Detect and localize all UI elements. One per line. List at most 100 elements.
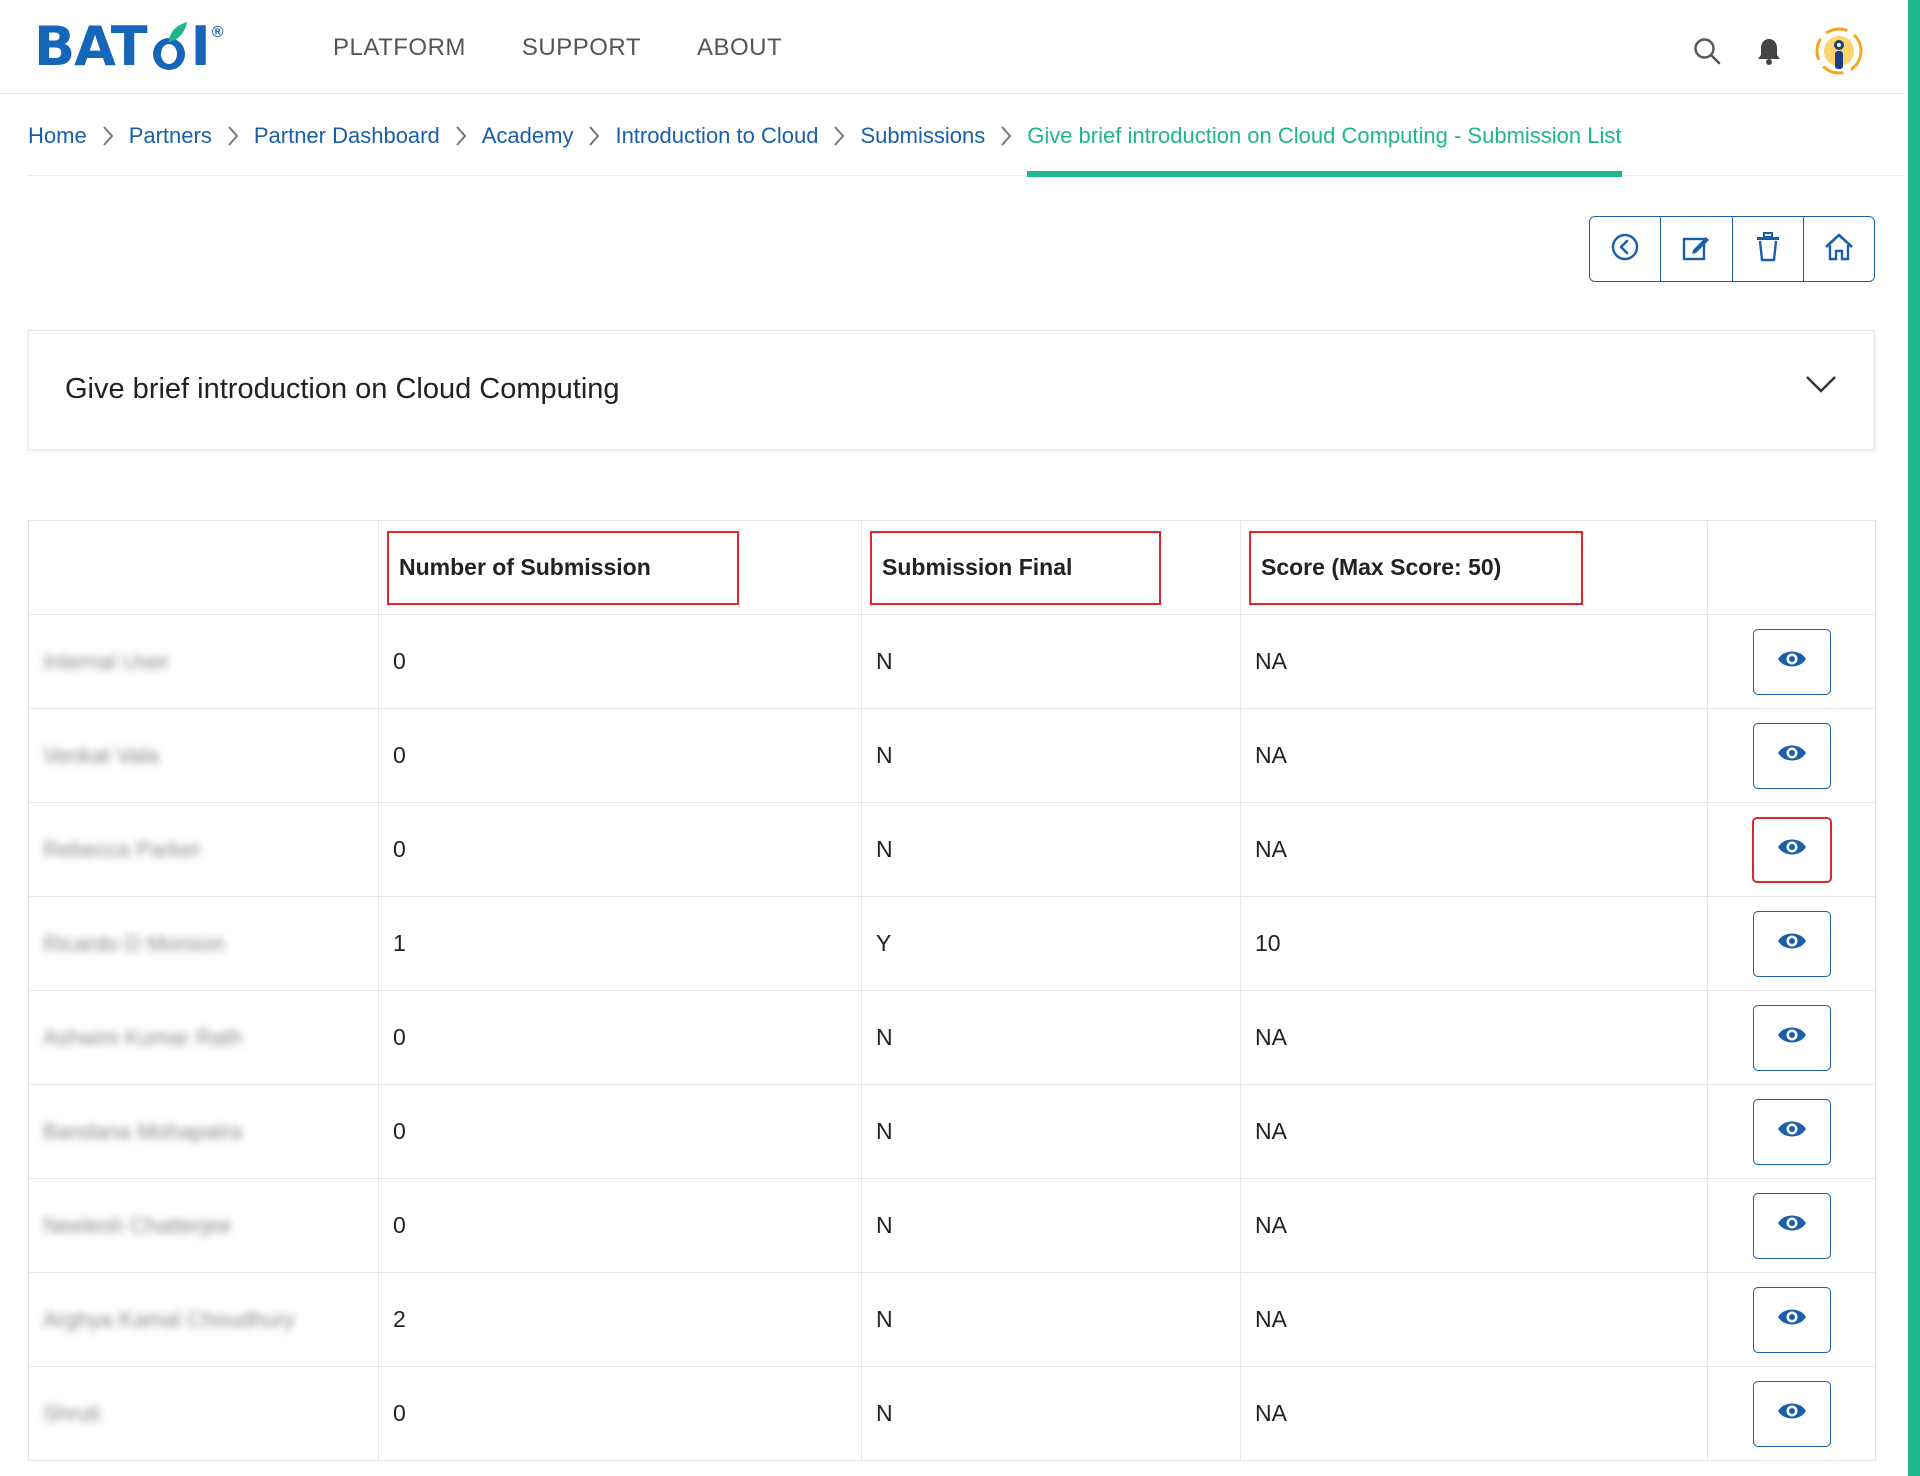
delete-button[interactable] [1732,217,1804,281]
cell-name: Ashwini Kumar Rath [28,990,379,1085]
user-name: Shruti [43,1401,101,1426]
eye-icon [1776,1118,1808,1146]
chevron-right-icon [440,124,482,148]
chevron-right-icon [212,124,254,148]
cell-score: NA [1240,708,1708,803]
header-actions [1690,26,1864,76]
cell-score: 10 [1240,896,1708,991]
cell-submissions: 2 [378,1272,862,1367]
search-icon[interactable] [1690,34,1724,68]
eye-icon [1776,742,1808,770]
cell-score: NA [1240,1178,1708,1273]
table-row: Shruti 0 N NA [28,1366,1876,1461]
cell-score: NA [1240,1366,1708,1461]
cell-final: N [861,614,1241,709]
view-button[interactable] [1752,1286,1831,1353]
table-row: Bandana Mohapatra 0 N NA [28,1084,1876,1179]
chevron-right-icon [573,124,615,148]
user-name: Ricardo D Monson [43,931,226,956]
chevron-right-icon [87,124,129,148]
registered-mark: ® [211,24,224,41]
eye-icon [1776,1212,1808,1240]
breadcrumb-home[interactable]: Home [28,123,87,149]
breadcrumb-partners[interactable]: Partners [129,123,212,149]
view-button[interactable] [1752,910,1831,977]
cell-submissions: 0 [378,614,862,709]
cell-submissions: 0 [378,990,862,1085]
trash-icon [1754,231,1782,268]
chevron-right-icon [818,124,860,148]
cell-submissions: 0 [378,1084,862,1179]
user-name: Ashwini Kumar Rath [43,1025,243,1050]
breadcrumb-current: Give brief introduction on Cloud Computi… [1027,96,1622,177]
home-icon [1823,232,1855,267]
table-row: Rebecca Parker 0 N NA [28,802,1876,897]
cell-final: N [861,802,1241,897]
cell-submissions: 0 [378,802,862,897]
view-button[interactable] [1751,816,1832,883]
eye-icon [1776,1306,1808,1334]
view-button[interactable] [1752,1004,1831,1071]
nav-platform[interactable]: PLATFORM [333,34,466,62]
view-button[interactable] [1752,628,1831,695]
breadcrumb-partner-dashboard[interactable]: Partner Dashboard [254,123,440,149]
cell-name: Bandana Mohapatra [28,1084,379,1179]
edit-icon [1680,231,1712,268]
header-name [28,520,379,615]
user-name: Rebecca Parker [43,837,201,862]
cell-score: NA [1240,1272,1708,1367]
table-row: Venkat Vala 0 N NA [28,708,1876,803]
table-row: Arghya Kamal Choudhury 2 N NA [28,1272,1876,1367]
cell-submissions: 0 [378,1366,862,1461]
card-title: Give brief introduction on Cloud Computi… [65,373,620,405]
header-number-of-submission: Number of Submission [387,530,739,605]
cell-score: NA [1240,1084,1708,1179]
home-button[interactable] [1803,217,1874,281]
user-name: Arghya Kamal Choudhury [43,1307,295,1332]
cell-submissions: 0 [378,708,862,803]
cell-final: N [861,1272,1241,1367]
back-icon [1610,232,1640,267]
view-button[interactable] [1752,722,1831,789]
table-row: Ricardo D Monson 1 Y 10 [28,896,1876,991]
breadcrumb: Home Partners Partner Dashboard Academy … [28,96,1904,177]
header-score: Score (Max Score: 50) [1249,530,1583,605]
cell-score: NA [1240,802,1708,897]
nav-support[interactable]: SUPPORT [522,34,641,62]
top-header: BAT I ® PLATFORM SUPPORT ABOUT [0,0,1904,94]
user-name: Neelesh Chatterjee [43,1213,232,1238]
user-name: Venkat Vala [43,743,159,768]
eye-icon [1776,930,1808,958]
logo-text-left: BAT [34,14,148,78]
nav-about[interactable]: ABOUT [697,34,782,62]
back-button[interactable] [1590,217,1662,281]
breadcrumb-academy[interactable]: Academy [482,123,574,149]
table-header-row: Number of Submission Submission Final Sc… [28,520,1876,615]
submission-table: Number of Submission Submission Final Sc… [28,520,1876,1461]
assignment-card[interactable]: Give brief introduction on Cloud Computi… [28,330,1875,450]
edit-button[interactable] [1661,217,1733,281]
logo-leaf-icon [149,20,189,72]
view-button[interactable] [1752,1098,1831,1165]
cell-score: NA [1240,990,1708,1085]
eye-icon [1776,648,1808,676]
eye-icon [1776,1024,1808,1052]
batoi-logo[interactable]: BAT I ® [34,15,224,78]
user-name: Bandana Mohapatra [43,1119,243,1144]
cell-name: Shruti [28,1366,379,1461]
cell-final: N [861,1366,1241,1461]
bell-icon[interactable] [1752,34,1786,68]
scrollbar-accent[interactable] [1908,0,1920,1476]
user-name: Internal User [43,649,169,674]
chevron-down-icon[interactable] [1804,373,1838,400]
main-nav: PLATFORM SUPPORT ABOUT [333,34,782,62]
user-avatar[interactable] [1814,26,1864,76]
view-button[interactable] [1752,1192,1831,1259]
breadcrumb-introduction-to-cloud[interactable]: Introduction to Cloud [615,123,818,149]
cell-final: Y [861,896,1241,991]
view-button[interactable] [1752,1380,1831,1447]
cell-name: Arghya Kamal Choudhury [28,1272,379,1367]
breadcrumb-submissions[interactable]: Submissions [860,123,985,149]
cell-name: Ricardo D Monson [28,896,379,991]
table-row: Neelesh Chatterjee 0 N NA [28,1178,1876,1273]
